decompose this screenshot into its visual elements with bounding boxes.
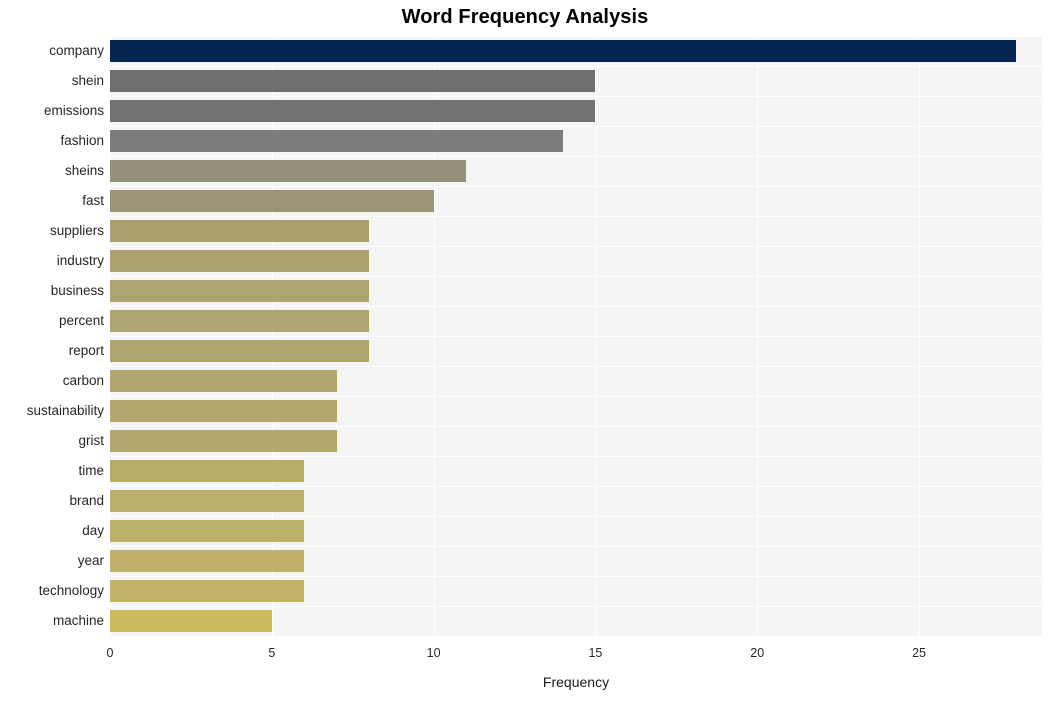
x-axis-tick-labels: 0 5 10 15 20 25 [106,636,1042,676]
bar [110,40,1017,62]
chart-title: Word Frequency Analysis [401,6,649,28]
y-tick-label: emissions [43,103,104,118]
y-axis-tick-labels: company shein emissions fashion sheins fast su… [0,36,104,636]
y-tick-label: technology [38,583,104,598]
y-tick-label: grist [78,433,104,448]
y-tick-label: suppliers [49,223,104,238]
y-tick-label: carbon [62,373,104,388]
bar [110,430,337,452]
word-frequency-chart: Word Frequency Analysis company shein emis… [0,0,1050,701]
x-tick-label: 0 [106,646,114,660]
y-tick-label: time [78,463,104,478]
y-tick-label: company [49,43,104,58]
x-tick-label: 25 [912,646,926,660]
y-tick-label: percent [58,313,104,328]
bar [110,100,596,122]
x-tick-label: 5 [268,646,276,660]
y-tick-label: report [68,343,104,358]
bar [110,130,564,152]
y-tick-label: sustainability [26,403,104,418]
x-tick-label: 20 [750,646,765,660]
y-tick-label: machine [52,613,104,628]
y-tick-label: fast [82,193,104,208]
x-tick-label: 15 [588,646,603,660]
bar [110,250,369,272]
y-tick-label: industry [56,253,104,268]
bar [110,460,305,482]
bar [110,580,305,602]
y-tick-label: business [50,283,104,298]
bar [110,550,305,572]
bar [110,70,596,92]
y-tick-label: fashion [60,133,104,148]
bar [110,370,337,392]
bar [110,610,272,632]
bar [110,310,369,332]
y-tick-label: sheins [64,163,104,178]
bar [110,520,305,542]
x-tick-label: 10 [426,646,441,660]
bar [110,160,466,182]
plot-area [110,36,1042,637]
y-tick-label: shein [71,73,104,88]
bar [110,340,369,362]
x-axis-title: Frequency [542,674,610,690]
bar [110,400,337,422]
bar [110,280,369,302]
y-tick-label: year [77,553,104,568]
y-tick-label: brand [69,493,104,508]
y-tick-label: day [82,523,104,538]
bar [110,490,305,512]
bars-layer [110,36,1042,636]
bar [110,220,369,242]
bar [110,190,434,212]
